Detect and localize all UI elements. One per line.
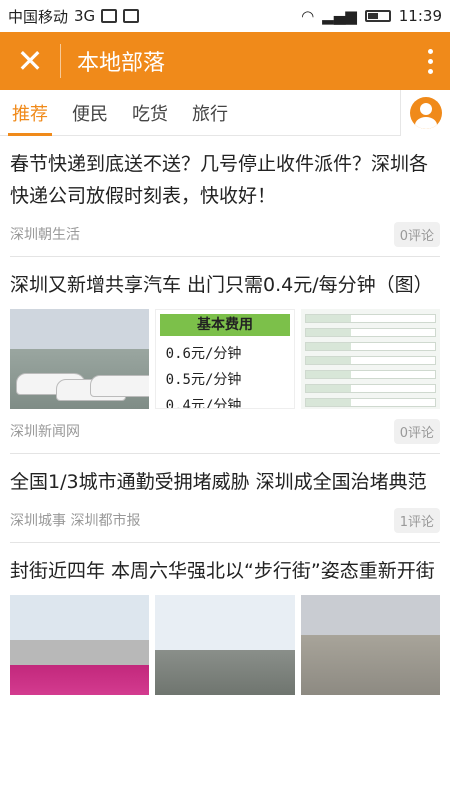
tab-foodie[interactable]: 吃货 [120, 90, 180, 136]
sim-icon [101, 9, 118, 23]
feed-item[interactable]: 封街近四年 本周六华强北以“步行街”姿态重新开街 [10, 543, 440, 695]
close-button[interactable]: ✕ [0, 32, 60, 90]
status-bar: 中国移动 3G ◠ ▂▄▆ 11:39 [0, 0, 450, 32]
news-feed: 春节快递到底送不送？几号停止收件派件？深圳各快递公司放假时刻表，快收好！ 深圳朝… [0, 136, 450, 695]
more-menu-button[interactable] [410, 32, 450, 90]
category-tabs: 推荐 便民 吃货 旅行 [0, 90, 450, 136]
feed-item-source: 深圳朝生活 [10, 227, 80, 243]
network-label: 3G [74, 7, 96, 25]
comment-count-badge[interactable]: 0评论 [393, 418, 440, 444]
more-icon [427, 48, 433, 54]
feed-item-headline: 封街近四年 本周六华强北以“步行街”姿态重新开街 [10, 560, 435, 582]
feed-item[interactable]: 全国1/3城市通勤受拥堵威胁 深圳成全国治堵典范 深圳城事 深圳都市报 1评论 [10, 454, 440, 543]
signal-icon: ▂▄▆ [322, 7, 357, 25]
station-list-image [301, 309, 441, 409]
comment-count-badge[interactable]: 1评论 [393, 507, 440, 533]
feed-item[interactable]: 深圳又新增共享汽车 出门只需0.4元/每分钟（图） 基本费用 0.6元/分钟 0… [10, 257, 441, 454]
price-table-header: 基本费用 [159, 314, 291, 336]
price-row: 0.6元/分钟 [165, 346, 242, 362]
image-icon [123, 9, 140, 23]
battery-icon [364, 10, 391, 22]
tab-convenience[interactable]: 便民 [60, 90, 120, 136]
clock-label: 11:39 [398, 7, 442, 25]
feed-item-headline: 深圳又新增共享汽车 出门只需0.4元/每分钟（图） [10, 274, 433, 296]
street-photo [10, 595, 150, 695]
feed-item-source: 深圳城事 深圳都市报 [10, 513, 141, 529]
feed-item[interactable]: 春节快递到底送不送？几号停止收件派件？深圳各快递公司放假时刻表，快收好！ 深圳朝… [10, 136, 440, 257]
carrier-label: 中国移动 [8, 7, 69, 26]
feed-item-headline: 全国1/3城市通勤受拥堵威胁 深圳成全国治堵典范 [10, 471, 427, 493]
price-table-image: 基本费用 0.6元/分钟 0.5元/分钟 0.4元/分钟 [154, 309, 296, 409]
tab-recommend[interactable]: 推荐 [0, 90, 60, 136]
street-photo [155, 595, 295, 695]
page-title: 本地部落 [77, 51, 166, 76]
price-row: 0.4元/分钟 [165, 398, 242, 409]
close-icon: ✕ [16, 42, 44, 80]
car-sharing-photo [10, 309, 149, 409]
wifi-icon: ◠ [301, 7, 315, 25]
profile-button[interactable] [400, 90, 450, 136]
user-avatar-icon [409, 97, 442, 129]
feed-item-source: 深圳新闻网 [10, 424, 80, 440]
feed-item-headline: 春节快递到底送不送？几号停止收件派件？深圳各快递公司放假时刻表，快收好！ [10, 153, 429, 207]
price-row: 0.5元/分钟 [165, 372, 242, 388]
tab-travel[interactable]: 旅行 [180, 90, 240, 136]
app-bar: ✕ 本地部落 [0, 32, 450, 90]
street-photo [300, 595, 440, 695]
comment-count-badge[interactable]: 0评论 [393, 221, 440, 247]
